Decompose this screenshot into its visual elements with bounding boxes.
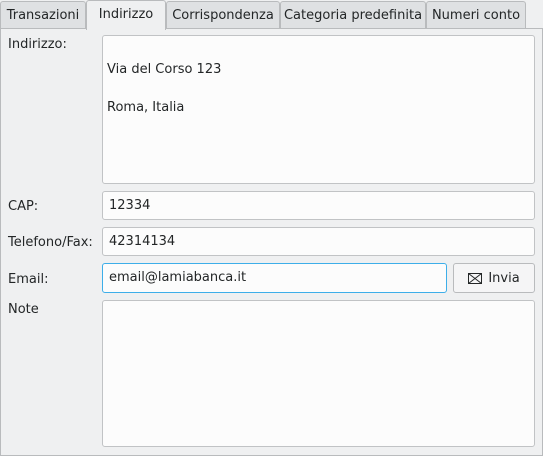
tab-indirizzo[interactable]: Indirizzo — [86, 0, 166, 30]
email-label: Email: — [8, 272, 49, 287]
send-email-button[interactable]: Invia — [453, 263, 535, 293]
tab-categoria-predefinita[interactable]: Categoria predefinita — [280, 1, 426, 28]
address-line-2: Roma, Italia — [107, 100, 185, 115]
address-label: Indirizzo: — [8, 37, 67, 52]
notes-textarea[interactable] — [102, 300, 535, 447]
tab-corrispondenza[interactable]: Corrispondenza — [166, 1, 280, 28]
address-line-1: Via del Corso 123 — [107, 62, 222, 77]
address-panel: Indirizzo: Via del Corso 123 Roma, Itali… — [0, 28, 543, 456]
tab-transazioni[interactable]: Transazioni — [0, 1, 86, 28]
notes-label: Note — [8, 302, 39, 317]
institution-dialog: Transazioni Indirizzo Corrispondenza Cat… — [0, 0, 543, 456]
cap-label: CAP: — [8, 199, 39, 214]
send-button-label: Invia — [488, 270, 520, 286]
envelope-icon — [468, 272, 483, 284]
phone-input[interactable]: 42314134 — [102, 227, 535, 256]
tab-numeri-conto[interactable]: Numeri conto — [426, 1, 526, 28]
tab-bar: Transazioni Indirizzo Corrispondenza Cat… — [0, 0, 543, 30]
email-input[interactable]: email@lamiabanca.it — [102, 263, 447, 293]
phone-label: Telefono/Fax: — [8, 235, 93, 250]
cap-input[interactable]: 12334 — [102, 191, 535, 220]
address-textarea[interactable]: Via del Corso 123 Roma, Italia — [102, 35, 535, 184]
